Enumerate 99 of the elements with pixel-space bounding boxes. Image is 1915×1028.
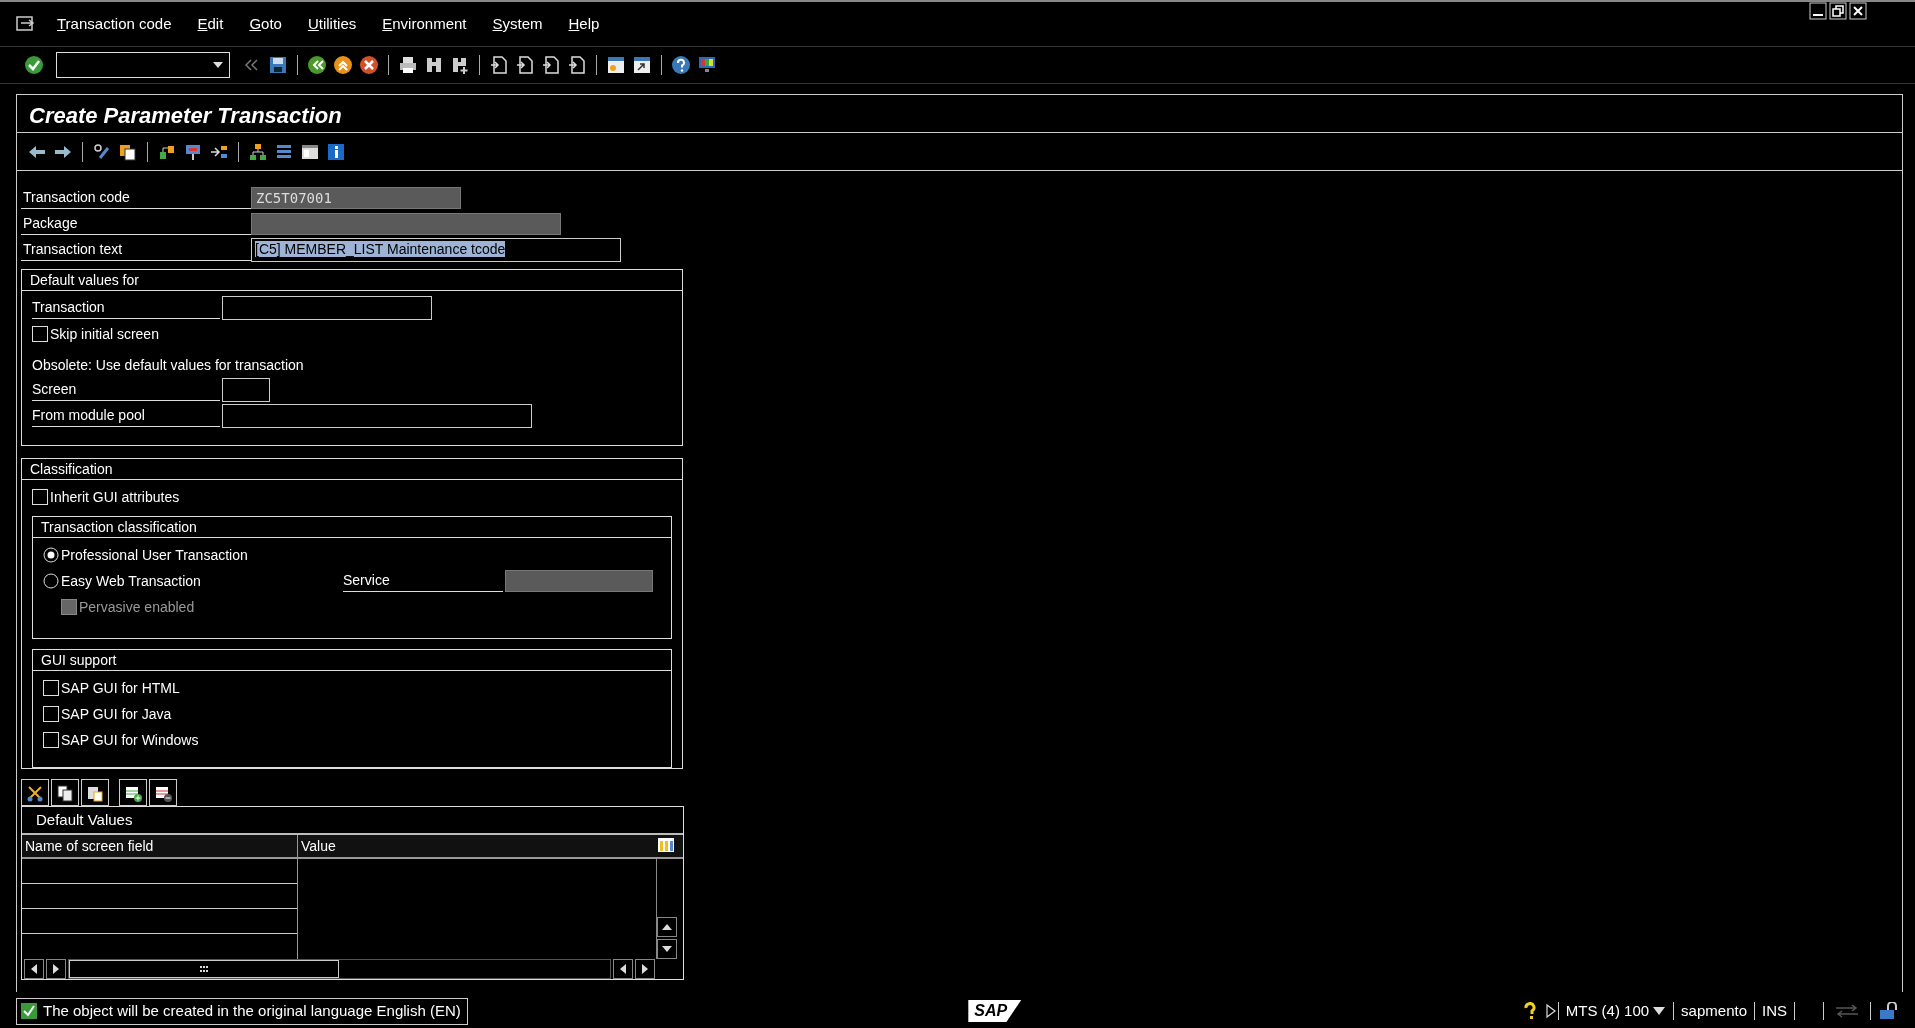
field-label: Transaction code [21,187,251,209]
checkbox-label: Skip initial screen [50,324,159,344]
menu-item[interactable]: Edit [184,12,237,36]
caret-icon[interactable] [213,62,223,68]
binoculars-icon[interactable] [424,55,444,75]
group-title: Transaction classification [33,517,671,538]
scroll-right-button[interactable] [635,959,655,979]
menu-icon[interactable] [16,15,36,33]
checkbox-label: SAP GUI for Java [61,704,172,724]
checkbox[interactable] [43,680,59,696]
scroll-down-button[interactable] [657,939,677,959]
field-label: Transaction [32,297,220,319]
text-field[interactable]: [C5] MEMBER_LIST Maintenance tcode [251,238,621,262]
field-label: Service [343,570,503,592]
checkmark-icon[interactable] [24,55,44,75]
field-label: From module pool [32,405,220,427]
paste-button[interactable] [81,779,109,806]
readonly-field: ZC5T07001 [251,187,461,209]
note-text: Obsolete: Use default values for transaction [32,355,304,375]
radio-label: Easy Web Transaction [61,571,202,591]
triangle-right-icon [642,964,648,974]
scroll-up-button[interactable] [657,917,677,937]
checkmark-icon [21,1003,37,1019]
circle-chevron-icon[interactable] [333,55,353,75]
page-arrow-icon[interactable] [541,55,561,75]
circle-chevron-icon[interactable] [307,55,327,75]
help-icon[interactable] [671,55,691,75]
circle-cross-icon[interactable] [359,55,379,75]
triangle-left-icon [620,964,626,974]
checkbox-label: Inherit GUI attributes [50,487,180,507]
menu-item[interactable]: Utilities [294,12,370,36]
screen-title: Create Parameter Transaction [17,95,1902,133]
row-insert-button[interactable] [119,779,147,806]
info-icon[interactable] [326,141,346,162]
input-mode: INS [1761,1000,1788,1021]
column-settings-icon[interactable] [656,835,676,855]
scissors-button[interactable] [21,779,49,806]
checkbox-label: Pervasive enabled [79,597,195,617]
checkbox[interactable] [43,732,59,748]
scroll-right-button[interactable] [46,959,66,979]
column-header: Name of screen field [22,835,298,857]
field-label: Package [21,213,251,235]
scroll-left-button[interactable] [613,959,633,979]
triangle-right-icon[interactable] [1543,1003,1558,1019]
checkbox-label: SAP GUI for Windows [61,730,199,750]
minimize-icon[interactable] [1809,2,1827,20]
help-icon[interactable] [1521,1002,1538,1020]
menu-item[interactable]: System [479,12,556,36]
checkbox[interactable] [32,326,48,342]
menu-item[interactable]: Help [555,12,613,36]
input-field[interactable] [222,296,432,320]
radio-button[interactable] [43,547,59,563]
menu-item[interactable]: Goto [236,12,295,36]
status-message: The object will be created in the original language English (EN) [43,1000,461,1021]
binoculars-plus-icon[interactable] [450,55,470,75]
checkbox-label: SAP GUI for HTML [61,678,180,698]
scroll-thumb[interactable] [69,960,339,978]
radio-button[interactable] [43,573,59,589]
input-field[interactable] [222,378,270,402]
checkbox[interactable] [43,706,59,722]
user-name: sapmento [1680,1000,1748,1021]
group-title: Default values for [22,270,682,291]
field-label: Screen [32,379,220,401]
vertical-scrollbar[interactable] [656,859,678,959]
menu-item[interactable]: Transaction code [44,12,185,36]
scissors-icon [26,783,44,802]
radio-label: Professional User Transaction [61,545,248,565]
triangle-up-icon [662,924,672,930]
command-field[interactable] [56,52,230,78]
page-arrow-icon[interactable] [489,55,509,75]
system-info[interactable]: MTS (4) 100 [1558,999,1654,1023]
arrows-icon [1834,1003,1860,1019]
triangle-right-icon [53,964,59,974]
row-delete-button[interactable] [149,779,177,806]
menu-item[interactable]: Environment [369,12,480,36]
close-icon[interactable] [1849,2,1867,20]
lock-icon[interactable] [1879,1002,1899,1020]
hierarchy-icon[interactable] [248,141,268,162]
group-title: Classification [22,459,682,480]
triangle-down-icon [662,946,672,952]
monitor-icon[interactable] [697,55,717,75]
checkbox[interactable] [32,489,48,505]
caret-icon[interactable] [1653,1007,1666,1015]
copy-icon [56,783,74,802]
window-icon[interactable] [632,55,652,75]
input-field[interactable] [222,404,532,428]
sap-logo: SAP [968,1000,1022,1022]
field-label: Transaction text [21,239,251,261]
column-header: Value [300,837,337,856]
scroll-left-button[interactable] [24,959,44,979]
restore-icon[interactable] [1829,2,1847,20]
grip-icon [200,966,208,972]
triangle-left-icon [31,964,37,974]
page-arrow-icon[interactable] [567,55,587,75]
copy-button[interactable] [51,779,79,806]
window-icon[interactable] [606,55,626,75]
horizontal-scrollbar[interactable] [68,959,611,979]
group-title: GUI support [33,650,671,671]
page-arrow-icon[interactable] [515,55,535,75]
